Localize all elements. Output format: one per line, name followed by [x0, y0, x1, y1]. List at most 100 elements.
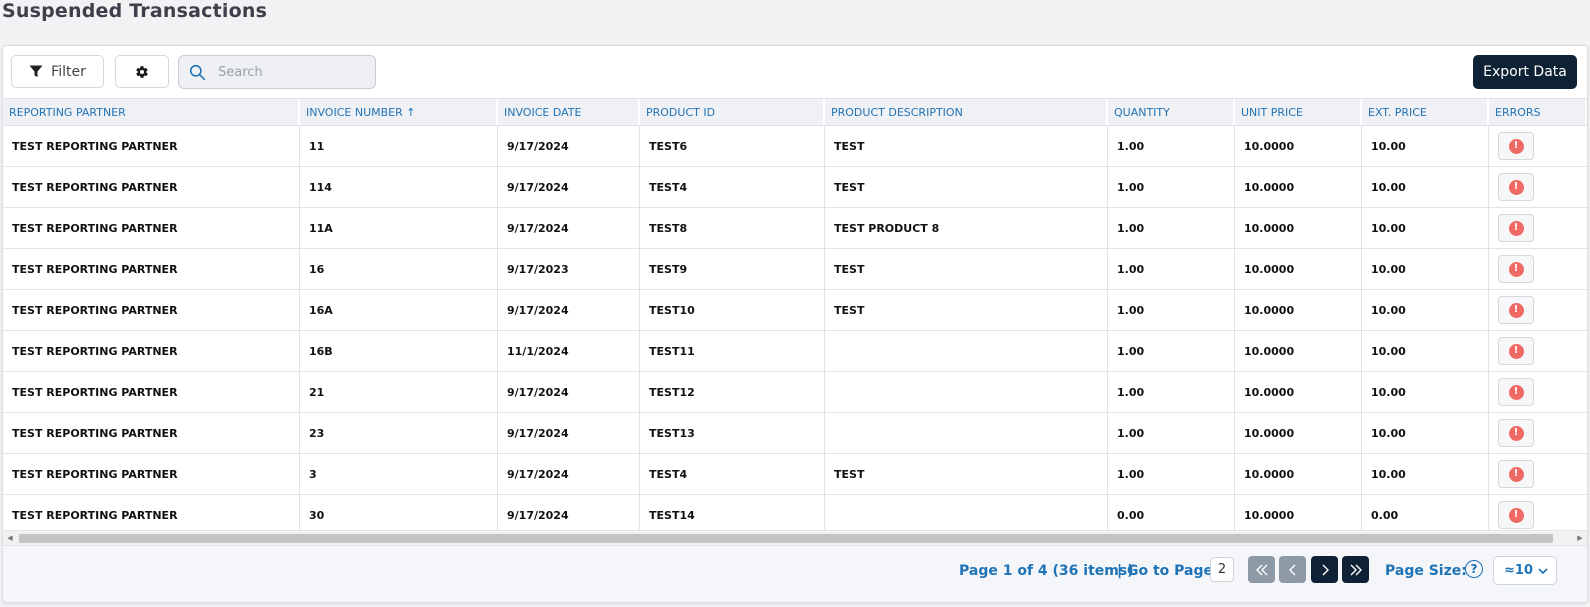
column-header-errors[interactable]: ERRORS [1489, 99, 1587, 125]
filter-button[interactable]: Filter [11, 55, 104, 88]
cell-ext-price: 10.00 [1362, 454, 1489, 494]
cell-invoice-number: 23 [300, 413, 498, 453]
cell-ext-price: 10.00 [1362, 126, 1489, 166]
previous-page-button[interactable] [1279, 556, 1306, 583]
column-header-partner[interactable]: REPORTING PARTNER [3, 99, 300, 125]
search-input[interactable] [216, 63, 360, 81]
cell-invoice-number: 16 [300, 249, 498, 289]
cell-partner: TEST REPORTING PARTNER [3, 126, 300, 166]
view-errors-button[interactable]: ! [1498, 501, 1534, 529]
cell-unit-price: 10.0000 [1235, 413, 1362, 453]
search-icon [189, 64, 206, 80]
export-data-button[interactable]: Export Data [1473, 55, 1577, 89]
table-row[interactable]: TEST REPORTING PARTNER 11A 9/17/2024 TEST8 T… [3, 208, 1587, 249]
cell-quantity: 1.00 [1108, 208, 1235, 248]
view-errors-button[interactable]: ! [1498, 337, 1534, 365]
table-row[interactable]: TEST REPORTING PARTNER 11 9/17/2024 TEST6 TE… [3, 126, 1587, 167]
filter-button-label: Filter [51, 63, 86, 80]
last-page-button[interactable] [1342, 556, 1369, 583]
help-icon[interactable]: ? [1465, 560, 1483, 578]
cell-quantity: 1.00 [1108, 372, 1235, 412]
view-errors-button[interactable]: ! [1498, 378, 1534, 406]
cell-invoice-number: 21 [300, 372, 498, 412]
cell-product-id: TEST11 [640, 331, 825, 371]
cell-unit-price: 10.0000 [1235, 495, 1362, 535]
cell-errors: ! [1489, 413, 1587, 453]
column-header-product-description[interactable]: PRODUCT DESCRIPTION [825, 99, 1108, 125]
filter-icon [29, 65, 43, 77]
cell-product-description: TEST [825, 167, 1108, 207]
cell-errors: ! [1489, 495, 1587, 535]
cell-partner: TEST REPORTING PARTNER [3, 454, 300, 494]
search-box[interactable] [178, 55, 376, 89]
table-row[interactable]: TEST REPORTING PARTNER 16 9/17/2023 TEST9 TE… [3, 249, 1587, 290]
cell-invoice-date: 9/17/2023 [498, 249, 640, 289]
column-header-unit-price[interactable]: UNIT PRICE [1235, 99, 1362, 125]
table-row[interactable]: TEST REPORTING PARTNER 16B 11/1/2024 TEST11… [3, 331, 1587, 372]
pager-summary: Page 1 of 4 (36 items) [959, 563, 1134, 579]
cell-errors: ! [1489, 167, 1587, 207]
view-errors-button[interactable]: ! [1498, 173, 1534, 201]
pager: Page 1 of 4 (36 items) | Go to Page: 2 P… [3, 545, 1587, 602]
scroll-right-arrow-icon[interactable]: ▶ [1573, 531, 1587, 545]
exclamation-circle-icon: ! [1508, 179, 1524, 195]
view-errors-button[interactable]: ! [1498, 255, 1534, 283]
view-errors-button[interactable]: ! [1498, 419, 1534, 447]
table-row[interactable]: TEST REPORTING PARTNER 16A 9/17/2024 TEST10… [3, 290, 1587, 331]
cell-product-description [825, 372, 1108, 412]
cell-unit-price: 10.0000 [1235, 249, 1362, 289]
cell-ext-price: 10.00 [1362, 249, 1489, 289]
cell-partner: TEST REPORTING PARTNER [3, 372, 300, 412]
gear-icon [136, 65, 148, 78]
exclamation-circle-icon: ! [1508, 507, 1524, 523]
cell-product-description: TEST [825, 290, 1108, 330]
grid-panel: Filter Export Data REPORTING PARTNERINVO… [2, 45, 1588, 603]
exclamation-circle-icon: ! [1508, 261, 1524, 277]
cell-invoice-date: 9/17/2024 [498, 372, 640, 412]
first-page-button[interactable] [1248, 556, 1275, 583]
cell-errors: ! [1489, 249, 1587, 289]
cell-invoice-number: 3 [300, 454, 498, 494]
table-row[interactable]: TEST REPORTING PARTNER 21 9/17/2024 TEST12 1… [3, 372, 1587, 413]
page-size-select[interactable]: ≈10 [1493, 556, 1557, 585]
next-page-button[interactable] [1311, 556, 1338, 583]
cell-partner: TEST REPORTING PARTNER [3, 208, 300, 248]
cell-product-id: TEST9 [640, 249, 825, 289]
cell-product-description: TEST PRODUCT 8 [825, 208, 1108, 248]
settings-button[interactable] [115, 55, 169, 88]
view-errors-button[interactable]: ! [1498, 214, 1534, 242]
table-row[interactable]: TEST REPORTING PARTNER 23 9/17/2024 TEST13 1… [3, 413, 1587, 454]
cell-invoice-number: 11A [300, 208, 498, 248]
column-header-invoice-date[interactable]: INVOICE DATE [498, 99, 640, 125]
cell-product-id: TEST4 [640, 454, 825, 494]
cell-quantity: 1.00 [1108, 413, 1235, 453]
cell-ext-price: 10.00 [1362, 413, 1489, 453]
cell-product-description [825, 331, 1108, 371]
view-errors-button[interactable]: ! [1498, 296, 1534, 324]
view-errors-button[interactable]: ! [1498, 460, 1534, 488]
column-header-quantity[interactable]: QUANTITY [1108, 99, 1235, 125]
table-row[interactable]: TEST REPORTING PARTNER 114 9/17/2024 TEST4 T… [3, 167, 1587, 208]
column-header-ext-price[interactable]: EXT. PRICE [1362, 99, 1489, 125]
scrollbar-thumb[interactable] [19, 534, 1553, 543]
cell-errors: ! [1489, 454, 1587, 494]
cell-product-description: TEST [825, 454, 1108, 494]
cell-errors: ! [1489, 208, 1587, 248]
chevron-left-icon [1288, 564, 1295, 575]
cell-unit-price: 10.0000 [1235, 372, 1362, 412]
cell-product-description: TEST [825, 126, 1108, 166]
horizontal-scrollbar[interactable]: ◀ ▶ [3, 530, 1587, 545]
exclamation-circle-icon: ! [1508, 425, 1524, 441]
cell-errors: ! [1489, 126, 1587, 166]
cell-invoice-date: 9/17/2024 [498, 495, 640, 535]
cell-product-id: TEST12 [640, 372, 825, 412]
view-errors-button[interactable]: ! [1498, 132, 1534, 160]
column-header-product-id[interactable]: PRODUCT ID [640, 99, 825, 125]
table-row[interactable]: TEST REPORTING PARTNER 3 9/17/2024 TEST4 TES… [3, 454, 1587, 495]
goto-page-input[interactable]: 2 [1210, 557, 1234, 582]
column-header-invoice-number[interactable]: INVOICE NUMBER ↑ [300, 99, 498, 125]
cell-partner: TEST REPORTING PARTNER [3, 290, 300, 330]
cell-product-id: TEST4 [640, 167, 825, 207]
scroll-left-arrow-icon[interactable]: ◀ [3, 531, 17, 545]
cell-invoice-date: 11/1/2024 [498, 331, 640, 371]
